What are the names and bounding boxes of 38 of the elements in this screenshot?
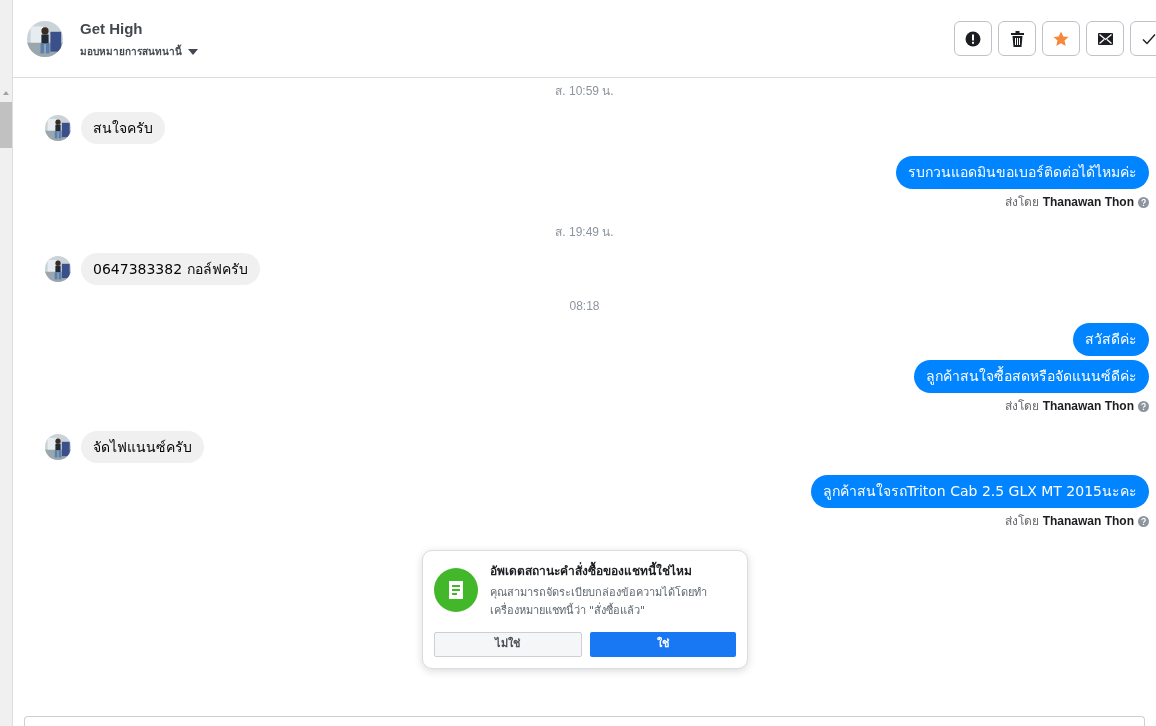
mail-button[interactable]: [1086, 21, 1124, 56]
sender-name: Thanawan Thon: [1042, 194, 1134, 211]
incoming-message: 0647383382 กอล์ฟครับ: [81, 253, 260, 285]
check-icon: [1142, 32, 1156, 45]
mail-icon: [1097, 32, 1113, 45]
outgoing-message: สวัสดีค่ะ: [1073, 323, 1149, 356]
alert-button[interactable]: [954, 21, 992, 56]
trash-button[interactable]: [998, 21, 1036, 56]
receipt-icon: [433, 568, 478, 612]
trash-icon: [1010, 30, 1024, 47]
confirm-button[interactable]: ใช่: [589, 632, 736, 657]
scrollbar-thumb[interactable]: [0, 102, 12, 148]
outgoing-message: ลูกค้าสนใจซื้อสดหรือจัดแนนซ์ดีค่ะ: [914, 360, 1149, 393]
prompt-description: คุณสามารถจัดระเบียบกล่องข้อความได้โดยทำเครื่องหมายแชทนี้ว่า "สั่งซื้อแล้ว": [489, 585, 708, 619]
timestamp: ส. 19:49 น.: [555, 224, 614, 241]
outgoing-message: รบกวนแอดมินขอเบอร์ติดต่อได้ไหมค่ะ: [896, 156, 1149, 189]
sender-name: Thanawan Thon: [1042, 513, 1134, 530]
contact-name: Get High: [80, 18, 144, 39]
sent-by-label: ส่งโดย: [1004, 398, 1039, 415]
star-icon: [1053, 30, 1069, 47]
sender-name: Thanawan Thon: [1042, 398, 1134, 415]
help-icon[interactable]: [1138, 515, 1149, 527]
timestamp: ส. 10:59 น.: [555, 83, 614, 100]
decline-button[interactable]: ไม่ใช่: [433, 632, 582, 657]
caret-icon: [188, 48, 198, 55]
alert-icon: [965, 30, 981, 47]
outgoing-message: ลูกค้าสนใจรถTriton Cab 2.5 GLX MT 2015นะคะ: [810, 475, 1149, 508]
star-button[interactable]: [1042, 21, 1080, 56]
sent-by-label: ส่งโดย: [1004, 194, 1039, 211]
incoming-message: สนใจครับ: [81, 112, 165, 144]
help-icon[interactable]: [1138, 400, 1149, 412]
prompt-title: อัพเดตสถานะคำสั่งซื้อของแชทนี้ใช่ไหม: [489, 562, 736, 580]
help-icon[interactable]: [1138, 196, 1149, 208]
assign-conversation-dropdown[interactable]: มอบหมายการสนทนานี้: [80, 44, 198, 60]
message-composer[interactable]: [24, 716, 1145, 726]
sent-by-label: ส่งโดย: [1004, 513, 1039, 530]
timestamp: 08:18: [569, 298, 600, 315]
incoming-message: จัดไฟแนนซ์ครับ: [81, 431, 204, 463]
